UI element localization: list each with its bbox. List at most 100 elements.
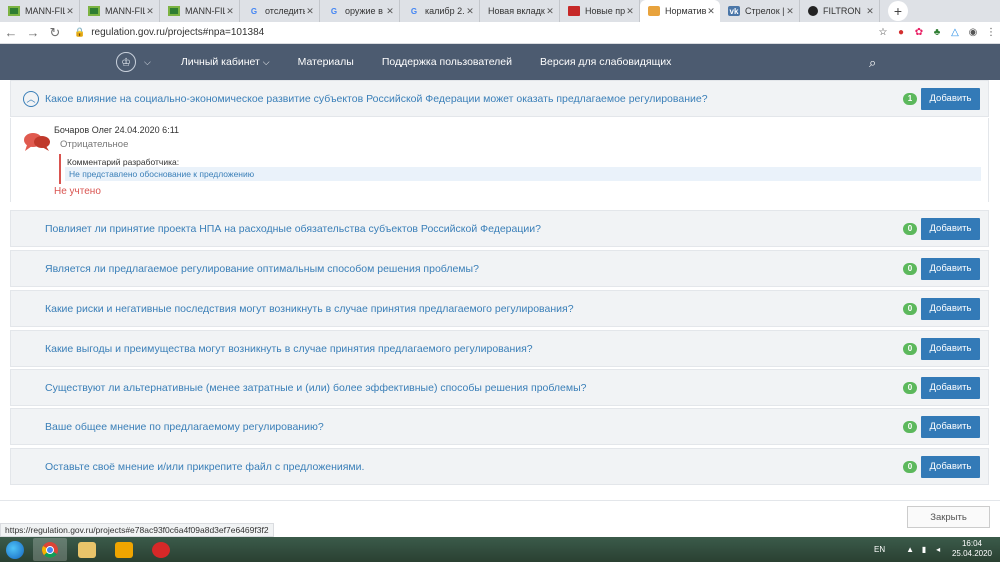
browser-tab[interactable]: vk Стрелок | ✕ [720, 0, 800, 22]
question-text[interactable]: Оставьте своё мнение и/или прикрепите фа… [45, 461, 364, 473]
clock[interactable]: 16:04 25.04.2020 [944, 539, 1000, 559]
question-row[interactable]: Является ли предлагаемое регулирование о… [10, 250, 989, 287]
extension-icon[interactable]: ✿ [910, 27, 928, 38]
forward-icon[interactable]: → [22, 25, 44, 40]
network-icon[interactable]: ▮ [919, 545, 929, 554]
close-icon[interactable]: ✕ [865, 6, 875, 17]
comment-count-badge: 0 [903, 222, 917, 235]
browser-tab[interactable]: MANN-FIL ✕ [0, 0, 80, 22]
close-icon[interactable]: ✕ [706, 6, 716, 17]
close-icon[interactable]: ✕ [385, 6, 395, 17]
extension-icon[interactable]: △ [946, 27, 964, 38]
browser-tab[interactable]: Gоружие в ✕ [320, 0, 400, 22]
circle-icon [808, 6, 818, 16]
google-icon: G [330, 6, 338, 16]
close-button[interactable]: Закрыть [907, 506, 990, 528]
nav-personal-account[interactable]: Личный кабинет ⌵ [181, 56, 270, 68]
browser-tab[interactable]: MANN-FIL ✕ [80, 0, 160, 22]
nav-accessible-version[interactable]: Версия для слабовидящих [540, 56, 671, 68]
question-text[interactable]: Какие риски и негативные последствия мог… [45, 303, 574, 315]
comment-count-badge: 1 [903, 92, 917, 105]
close-icon[interactable]: ✕ [145, 6, 155, 17]
site-header: ♔ ⌵ Личный кабинет ⌵ Материалы Поддержка… [0, 44, 1000, 80]
question-row[interactable]: Какие выгоды и преимущества могут возник… [10, 330, 989, 367]
question-text[interactable]: Повлияет ли принятие проекта НПА на расх… [45, 223, 541, 235]
close-icon[interactable]: ✕ [225, 6, 235, 17]
close-icon[interactable]: ✕ [545, 6, 555, 17]
question-text[interactable]: Какие выгоды и преимущества могут возник… [45, 343, 533, 355]
add-comment-button[interactable]: Добавить [921, 376, 980, 399]
spreadsheet-icon [8, 6, 20, 16]
question-row[interactable]: Повлияет ли принятие проекта НПА на расх… [10, 210, 989, 247]
back-icon[interactable]: ← [0, 25, 22, 40]
search-icon[interactable]: ⌕ [869, 55, 876, 71]
new-tab-button[interactable]: + [888, 1, 908, 21]
chevron-up-icon[interactable]: ︿ [23, 90, 39, 107]
browser-tab[interactable]: Gотследить ✕ [240, 0, 320, 22]
taskbar-app-explorer[interactable] [70, 538, 104, 561]
question-row[interactable]: Какие риски и негативные последствия мог… [10, 290, 989, 327]
language-indicator[interactable]: EN [874, 545, 885, 554]
question-row[interactable]: Существуют ли альтернативные (менее затр… [10, 369, 989, 406]
nav-materials[interactable]: Материалы [298, 56, 354, 68]
question-text[interactable]: Является ли предлагаемое регулирование о… [45, 263, 479, 275]
close-icon[interactable]: ✕ [465, 6, 475, 17]
developer-comment-label: Комментарий разработчика: [67, 157, 180, 167]
add-comment-button[interactable]: Добавить [921, 297, 980, 320]
chevron-down-icon: ⌵ [262, 57, 270, 67]
taskbar-app-chrome[interactable] [33, 538, 67, 561]
browser-tab[interactable]: Gкалибр 2. ✕ [400, 0, 480, 22]
extension-icon[interactable]: ♣ [928, 27, 946, 38]
browser-tab[interactable]: Новая вкладка ✕ [480, 0, 560, 22]
close-icon[interactable]: ✕ [785, 6, 795, 17]
close-icon[interactable]: ✕ [305, 6, 315, 17]
browser-tab[interactable]: Новые пр ✕ [560, 0, 640, 22]
comment-bubbles-icon [24, 133, 50, 151]
taskbar-app-1c[interactable] [144, 538, 178, 561]
question-text[interactable]: Какое влияние на социально-экономическое… [45, 93, 708, 105]
chevron-down-icon[interactable]: ⌵ [144, 57, 151, 68]
mail-icon [115, 541, 133, 558]
add-comment-button[interactable]: Добавить [921, 415, 980, 438]
question-row-expanded[interactable]: ︿ Какое влияние на социально-экономическ… [10, 80, 989, 117]
taskbar-app-mail[interactable] [107, 538, 141, 561]
system-tray: EN ▲ ▮ ◂ [874, 537, 947, 562]
folder-icon [78, 541, 96, 558]
comment-count-badge: 0 [903, 262, 917, 275]
volume-icon[interactable]: ◂ [933, 545, 943, 554]
url-input[interactable]: 🔒 regulation.gov.ru/projects#npa=101384 [74, 24, 866, 42]
add-comment-button[interactable]: Добавить [921, 455, 980, 478]
windows-taskbar: EN ▲ ▮ ◂ 16:04 25.04.2020 [0, 537, 1000, 562]
browser-tab[interactable]: FILTRON ✕ [800, 0, 880, 22]
comment-count-badge: 0 [903, 302, 917, 315]
tray-arrow-icon[interactable]: ▲ [905, 545, 915, 554]
google-icon: G [250, 6, 258, 16]
lock-icon: 🔒 [74, 27, 86, 37]
question-text[interactable]: Существуют ли альтернативные (менее затр… [45, 382, 587, 394]
vk-icon: vk [728, 6, 740, 16]
account-icon[interactable]: ◉ [964, 27, 982, 38]
comment-author-date: Бочаров Олег 24.04.2020 6:11 [54, 125, 180, 135]
nav-support[interactable]: Поддержка пользователей [382, 56, 512, 68]
start-button[interactable] [0, 537, 30, 562]
question-row[interactable]: Оставьте своё мнение и/или прикрепите фа… [10, 448, 989, 485]
add-comment-button[interactable]: Добавить [921, 257, 980, 280]
close-icon[interactable]: ✕ [625, 6, 635, 17]
question-row[interactable]: Ваше общее мнение по предлагаемому регул… [10, 408, 989, 445]
add-comment-button[interactable]: Добавить [921, 87, 980, 110]
emblem-icon[interactable]: ♔ [116, 52, 136, 72]
reload-icon[interactable]: ↻ [44, 25, 66, 41]
address-bar: ← → ↻ 🔒 regulation.gov.ru/projects#npa=1… [0, 22, 1000, 44]
clock-time: 16:04 [961, 539, 983, 548]
add-comment-button[interactable]: Добавить [921, 217, 980, 240]
modal-footer: https://regulation.gov.ru/projects#e78ac… [0, 500, 1000, 537]
add-comment-button[interactable]: Добавить [921, 337, 980, 360]
star-icon[interactable]: ☆ [874, 27, 892, 38]
chrome-icon [42, 541, 58, 558]
browser-tab-active[interactable]: Норматив ✕ [640, 0, 720, 22]
close-icon[interactable]: ✕ [65, 6, 75, 17]
question-text[interactable]: Ваше общее мнение по предлагаемому регул… [45, 421, 324, 433]
menu-icon[interactable]: ⋮ [982, 27, 1000, 38]
extension-icon[interactable]: ● [892, 27, 910, 38]
browser-tab[interactable]: MANN-FIL ✕ [160, 0, 240, 22]
